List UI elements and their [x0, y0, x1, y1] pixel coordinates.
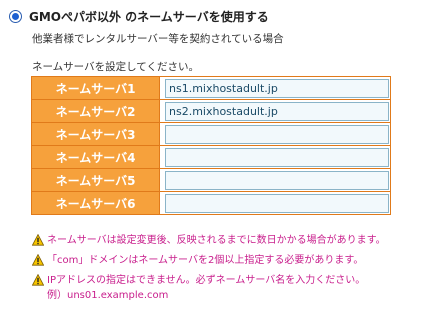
custom-nameserver-label[interactable]: GMOぺパボ以外 のネームサーバを使用する: [29, 8, 269, 25]
nameserver-4-label: ネームサーバ4: [31, 145, 160, 169]
nameserver-5-label: ネームサーバ5: [31, 168, 160, 192]
nameserver-row-5: ネームサーバ5: [31, 168, 391, 192]
note-ip-address-text: IPアドレスの指定はできません。必ずネームサーバ名を入力ください。: [47, 275, 366, 286]
note-propagation: ネームサーバは設定変更後、反映されるまでに数日かかる場合があります。: [32, 234, 386, 247]
nameserver-row-6: ネームサーバ6: [31, 191, 391, 215]
nameserver-6-input[interactable]: [165, 193, 389, 213]
nameserver-row-4: ネームサーバ4: [31, 145, 391, 169]
radio-selected-dot: [12, 13, 19, 20]
note-com-domain: 「com」ドメインはネームサーバを2個以上指定する必要があります。: [32, 254, 386, 267]
option-description: 他業者様でレンタルサーバー等を契約されている場合: [32, 33, 284, 45]
nameserver-1-input[interactable]: [165, 78, 389, 98]
warning-icon: [32, 234, 44, 246]
note-example-text: 例）uns01.example.com: [47, 290, 169, 301]
nameserver-2-label: ネームサーバ2: [31, 99, 160, 123]
custom-nameserver-option[interactable]: GMOぺパボ以外 のネームサーバを使用する: [9, 8, 269, 25]
nameserver-4-cell: [159, 145, 391, 169]
nameserver-row-2: ネームサーバ2: [31, 99, 391, 123]
nameserver-4-input[interactable]: [165, 147, 389, 167]
custom-nameserver-radio[interactable]: [9, 10, 22, 23]
note-propagation-text: ネームサーバは設定変更後、反映されるまでに数日かかる場合があります。: [47, 235, 386, 246]
note-com-domain-text: 「com」ドメインはネームサーバを2個以上指定する必要があります。: [47, 255, 364, 266]
nameserver-2-cell: [159, 99, 391, 123]
nameserver-3-cell: [159, 122, 391, 146]
nameserver-instruction: ネームサーバを設定してください。: [32, 61, 199, 73]
nameserver-2-input[interactable]: [165, 101, 389, 121]
nameserver-5-input[interactable]: [165, 170, 389, 190]
nameserver-6-label: ネームサーバ6: [31, 191, 160, 215]
notes-list: ネームサーバは設定変更後、反映されるまでに数日かかる場合があります。 「com」…: [32, 234, 386, 309]
nameserver-1-label: ネームサーバ1: [31, 76, 160, 100]
nameserver-row-1: ネームサーバ1: [31, 76, 391, 100]
nameserver-1-cell: [159, 76, 391, 100]
nameserver-5-cell: [159, 168, 391, 192]
nameserver-table: ネームサーバ1 ネームサーバ2 ネームサーバ3 ネームサーバ4 ネームサーバ5: [31, 76, 391, 215]
note-ip-address: IPアドレスの指定はできません。必ずネームサーバ名を入力ください。 例）uns0…: [32, 274, 386, 302]
nameserver-row-3: ネームサーバ3: [31, 122, 391, 146]
nameserver-3-label: ネームサーバ3: [31, 122, 160, 146]
warning-icon: [32, 274, 44, 286]
warning-icon: [32, 254, 44, 266]
nameserver-3-input[interactable]: [165, 124, 389, 144]
nameserver-6-cell: [159, 191, 391, 215]
note-ip-address-lines: IPアドレスの指定はできません。必ずネームサーバ名を入力ください。 例）uns0…: [47, 274, 365, 302]
